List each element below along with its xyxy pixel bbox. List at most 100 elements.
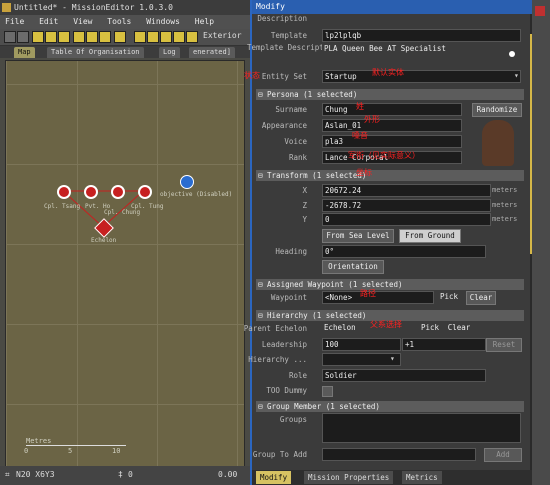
scale-bar [26,445,126,446]
heading-label: Heading [275,247,307,256]
exterior-dropdown[interactable]: Exterior [203,31,242,40]
group-to-add-dropdown[interactable] [322,448,476,461]
tab-generated[interactable]: enerated] [189,47,235,58]
reset-button[interactable]: Reset [486,338,522,352]
status-value: 0 [128,470,133,479]
waypoint-row: Waypoint <None> 路径 Pick Clear [252,289,522,305]
surname-label: Surname [275,105,307,114]
template-field[interactable]: lp2lplqb [322,29,521,42]
orientation-button[interactable]: Orientation [322,260,384,274]
close-icon[interactable] [535,6,545,16]
annotation-surname: 姓 [356,102,364,111]
template-description-row: Template Description PLA Queen Bee AT Sp… [247,43,522,67]
transform-header[interactable]: ⊟ Transform (1 selected) [256,170,524,181]
role-field[interactable]: Soldier [322,369,486,382]
z-unit: meters [492,201,518,209]
paste-icon[interactable] [99,31,111,43]
tab-metrics[interactable]: Metrics [402,471,442,484]
leadership-field[interactable]: 100 [322,338,401,351]
tab-table-of-organisation[interactable]: Table Of Organisation [47,47,144,58]
view-tabs: Map Table Of Organisation Log enerated] [0,46,250,58]
waypoint-label: Waypoint [270,293,307,302]
zoom-in-icon[interactable] [160,31,172,43]
rotate-icon[interactable] [147,31,159,43]
annotation-xyz: 坐标 [356,168,372,177]
menu-help[interactable]: Help [190,15,219,29]
parent-echelon-label: Parent Echelon [243,324,307,333]
scale-tick: 5 [68,447,73,455]
x-unit: meters [492,186,518,194]
role-row: Role Soldier [252,369,522,382]
open-icon[interactable] [45,31,57,43]
z-field[interactable]: -2678.72 [322,199,491,212]
group-member-header[interactable]: ⊟ Group Member (1 selected) [256,401,524,412]
scale-title: Metres [26,437,52,445]
groups-list[interactable] [322,413,521,443]
entity-set-dropdown[interactable]: Startup [322,70,521,83]
zoom-out-icon[interactable] [173,31,185,43]
clear-button[interactable]: Clear [466,291,496,305]
new-icon[interactable] [32,31,44,43]
annotation-appearance: 外形 [364,115,380,124]
add-button[interactable]: Add [484,448,522,462]
parent-echelon-row: Parent Echelon Echelon 父系选择 Pick Clear [244,320,522,335]
save-icon[interactable] [58,31,70,43]
bottom-tabs: Modify Mission Properties Metrics [252,470,532,485]
toolbar: Exterior [0,29,250,46]
tab-log[interactable]: Log [159,47,180,58]
randomize-button[interactable]: Randomize [472,103,522,117]
from-sea-level-button[interactable]: From Sea Level [322,229,394,243]
tab-map[interactable]: Map [14,47,35,58]
pick-button[interactable]: Pick [438,291,460,303]
from-ground-button[interactable]: From Ground [399,229,461,243]
select-icon[interactable] [114,31,126,43]
x-field[interactable]: 20672.24 [322,184,491,197]
y-label: Y [302,215,307,224]
parent-pick-button[interactable]: Pick [417,322,443,334]
menu-edit[interactable]: Edit [34,15,63,29]
surname-field[interactable]: Chung [322,103,462,116]
voice-dropdown[interactable]: pla3 [322,135,462,148]
parent-clear-button[interactable]: Clear [445,322,473,334]
role-label: Role [288,371,307,380]
unit-squad-leader[interactable] [57,185,71,199]
entity-set-row: 状态 Entity Set Startup ▾ 默认实体 [244,68,522,83]
tab-modify[interactable]: Modify [256,471,292,484]
unit-links [62,190,144,228]
persona-header[interactable]: ⊟ Persona (1 selected) [256,89,524,100]
status-value: 0.00 [218,470,238,479]
too-dummy-checkbox[interactable] [322,386,333,397]
y-field[interactable]: 0 [322,213,491,226]
menu-tools[interactable]: Tools [102,15,136,29]
unit-rifleman-ho[interactable] [84,185,98,199]
appearance-dropdown[interactable]: Aslan_01 [322,119,462,132]
menu-windows[interactable]: Windows [141,15,185,29]
unit-rifleman-tung[interactable] [138,185,152,199]
unit-grenadier[interactable] [111,185,125,199]
chevron-down-icon[interactable]: ▾ [514,71,519,80]
map-canvas[interactable]: Cpl. Tsang Pvt. Ho Cpl. Chung Cpl. Tung … [5,60,245,467]
menu-file[interactable]: File [0,15,29,29]
leadership-delta[interactable]: +1 [402,338,486,351]
waypoint-dropdown[interactable]: <None> [322,291,434,304]
y-unit: meters [492,215,518,223]
move-icon[interactable] [134,31,146,43]
cut-icon[interactable] [73,31,85,43]
menu-view[interactable]: View [68,15,97,29]
waypoint-header[interactable]: ⊟ Assigned Waypoint (1 selected) [256,279,524,290]
tab-mission-properties[interactable]: Mission Properties [304,471,394,484]
hierarchy-label: Hierarchy ... [248,355,307,364]
annotation-parent: 父系选择 [370,320,402,329]
hierarchy-row: Hierarchy ... ▾ [248,353,522,366]
undo-icon[interactable] [4,31,16,43]
objective-marker[interactable] [180,175,194,189]
fit-icon[interactable] [186,31,198,43]
leadership-row: Leadership 100 +1 Reset [252,338,522,352]
z-label: Z [302,201,307,210]
unit-label: Cpl. Chung [104,209,141,216]
copy-icon[interactable] [86,31,98,43]
redo-icon[interactable] [17,31,29,43]
heading-field[interactable]: 0° [322,245,486,258]
z-icon: ‡ [118,470,123,479]
chevron-down-icon[interactable]: ▾ [390,354,395,363]
